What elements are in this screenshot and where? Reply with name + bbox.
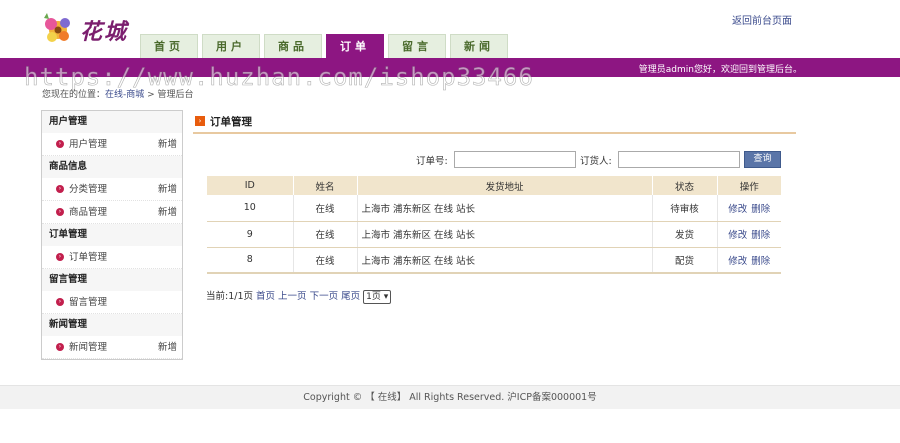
breadcrumb-current: 管理后台	[157, 90, 194, 100]
edit-link[interactable]: 修改	[728, 204, 747, 215]
page-select[interactable]: 1页 ▾	[363, 289, 392, 304]
cell-name: 在线	[292, 247, 357, 274]
cell-actions: 修改 删除	[716, 195, 781, 222]
column-header-id: ID	[207, 176, 293, 195]
column-header-status: 状态	[651, 176, 717, 195]
sidebar: 用户管理 › 用户管理 新增 商品信息 › 分类管理 新增 › 商品管理 新增 …	[41, 110, 183, 360]
sidebar-item-label[interactable]: 分类管理	[69, 184, 107, 195]
arrow-circle-icon: ›	[56, 140, 64, 148]
sidebar-item-message-management[interactable]: › 留言管理	[42, 291, 182, 314]
column-header-actions: 操作	[716, 176, 781, 195]
add-category-link[interactable]: 新增	[158, 178, 177, 201]
main-nav: 首页 用户 商品 订单 留言 新闻	[140, 34, 512, 58]
table-header-row: ID 姓名 发货地址 状态 操作	[207, 176, 781, 195]
page-status: 当前:1/1页	[206, 291, 253, 302]
arrow-circle-icon: ›	[56, 185, 64, 193]
sidebar-item-label[interactable]: 商品管理	[69, 207, 107, 218]
sidebar-item-label[interactable]: 新闻管理	[69, 342, 107, 353]
add-news-link[interactable]: 新增	[158, 336, 177, 359]
breadcrumb-home-link[interactable]: 在线-商城	[105, 90, 144, 100]
cell-status: 发货	[651, 221, 717, 248]
delete-link[interactable]: 删除	[751, 204, 770, 215]
logo[interactable]: 花城	[40, 8, 140, 48]
sidebar-section-users: 用户管理	[42, 111, 182, 133]
arrow-circle-icon: ›	[56, 208, 64, 216]
nav-tab-messages[interactable]: 留言	[388, 34, 446, 58]
cell-status: 待审核	[651, 195, 717, 222]
first-page-link[interactable]: 首页	[256, 291, 275, 302]
order-no-input[interactable]	[454, 151, 576, 168]
breadcrumb-prefix: 您现在的位置：	[42, 90, 106, 100]
column-header-name: 姓名	[292, 176, 357, 195]
cell-name: 在线	[292, 195, 357, 222]
search-button[interactable]: 查询	[744, 151, 781, 168]
cell-id: 8	[207, 247, 293, 274]
admin-greeting: 管理员admin您好，欢迎回到管理后台。	[638, 65, 802, 75]
nav-tab-orders[interactable]: 订单	[326, 34, 384, 58]
arrow-circle-icon: ›	[56, 343, 64, 351]
sidebar-section-messages: 留言管理	[42, 269, 182, 291]
sidebar-item-label[interactable]: 订单管理	[69, 252, 107, 263]
footer: Copyright © 【 在线】 All Rights Reserved. 沪…	[0, 385, 900, 409]
order-no-label: 订单号:	[416, 156, 448, 167]
sidebar-item-label[interactable]: 用户管理	[69, 139, 107, 150]
add-product-link[interactable]: 新增	[158, 201, 177, 224]
sidebar-item-user-management[interactable]: › 用户管理 新增	[42, 133, 182, 156]
arrow-square-icon: ›	[195, 116, 205, 126]
nav-tab-users[interactable]: 用户	[202, 34, 260, 58]
edit-link[interactable]: 修改	[728, 256, 747, 267]
cell-name: 在线	[292, 221, 357, 248]
logo-text: 花城	[80, 19, 129, 45]
chevron-down-icon: ▾	[383, 291, 389, 302]
cell-actions: 修改 删除	[716, 221, 781, 248]
sidebar-item-order-management[interactable]: › 订单管理	[42, 246, 182, 269]
cell-address: 上海市 浦东新区 在线 站长	[356, 247, 652, 274]
sidebar-section-products: 商品信息	[42, 156, 182, 178]
nav-tab-home[interactable]: 首页	[140, 34, 198, 58]
table-row: 9 在线 上海市 浦东新区 在线 站长 发货 修改 删除	[207, 221, 781, 248]
add-user-link[interactable]: 新增	[158, 133, 177, 156]
copyright-text: Copyright © 【 在线】 All Rights Reserved. 沪…	[303, 392, 597, 403]
cell-address: 上海市 浦东新区 在线 站长	[356, 221, 652, 248]
cell-id: 10	[207, 195, 293, 222]
arrow-circle-icon: ›	[56, 253, 64, 261]
arrow-circle-icon: ›	[56, 298, 64, 306]
cell-id: 9	[207, 221, 293, 248]
cell-actions: 修改 删除	[716, 247, 781, 274]
sidebar-item-news-management[interactable]: › 新闻管理 新增	[42, 336, 182, 359]
flower-logo-icon	[44, 13, 70, 42]
page-title: 订单管理	[210, 116, 252, 128]
cell-address: 上海市 浦东新区 在线 站长	[356, 195, 652, 222]
pagination: 当前:1/1页 首页 上一页 下一页 尾页 1页 ▾	[206, 288, 392, 304]
sidebar-section-news: 新闻管理	[42, 314, 182, 336]
delete-link[interactable]: 删除	[751, 256, 770, 267]
next-page-link[interactable]: 下一页	[310, 291, 339, 302]
buyer-input[interactable]	[618, 151, 740, 168]
table-row: 10 在线 上海市 浦东新区 在线 站长 待审核 修改 删除	[207, 195, 781, 222]
cell-status: 配货	[651, 247, 717, 274]
table-row: 8 在线 上海市 浦东新区 在线 站长 配货 修改 删除	[207, 247, 781, 274]
last-page-link[interactable]: 尾页	[341, 291, 360, 302]
sidebar-item-product-management[interactable]: › 商品管理 新增	[42, 201, 182, 224]
order-search-form: 订单号: 订货人: 查询	[193, 150, 796, 170]
sidebar-section-orders: 订单管理	[42, 224, 182, 246]
back-to-frontend-link[interactable]: 返回前台页面	[732, 12, 792, 27]
nav-tab-news[interactable]: 新闻	[450, 34, 508, 58]
header: 花城 返回前台页面 首页 用户 商品 订单 留言 新闻	[0, 0, 900, 58]
panel-title: › 订单管理	[193, 114, 796, 134]
column-header-address: 发货地址	[356, 176, 652, 195]
nav-tab-products[interactable]: 商品	[264, 34, 322, 58]
breadcrumb-separator: >	[144, 90, 158, 100]
orders-table: ID 姓名 发货地址 状态 操作 10 在线 上海市 浦东新区 在线 站长 待审…	[207, 176, 781, 274]
edit-link[interactable]: 修改	[728, 230, 747, 241]
page-select-value: 1页	[366, 291, 381, 302]
breadcrumb: 您现在的位置：在线-商城 > 管理后台	[42, 87, 194, 100]
prev-page-link[interactable]: 上一页	[278, 291, 307, 302]
delete-link[interactable]: 删除	[751, 230, 770, 241]
sidebar-item-label[interactable]: 留言管理	[69, 297, 107, 308]
sidebar-item-category-management[interactable]: › 分类管理 新增	[42, 178, 182, 201]
buyer-label: 订货人:	[580, 156, 612, 167]
